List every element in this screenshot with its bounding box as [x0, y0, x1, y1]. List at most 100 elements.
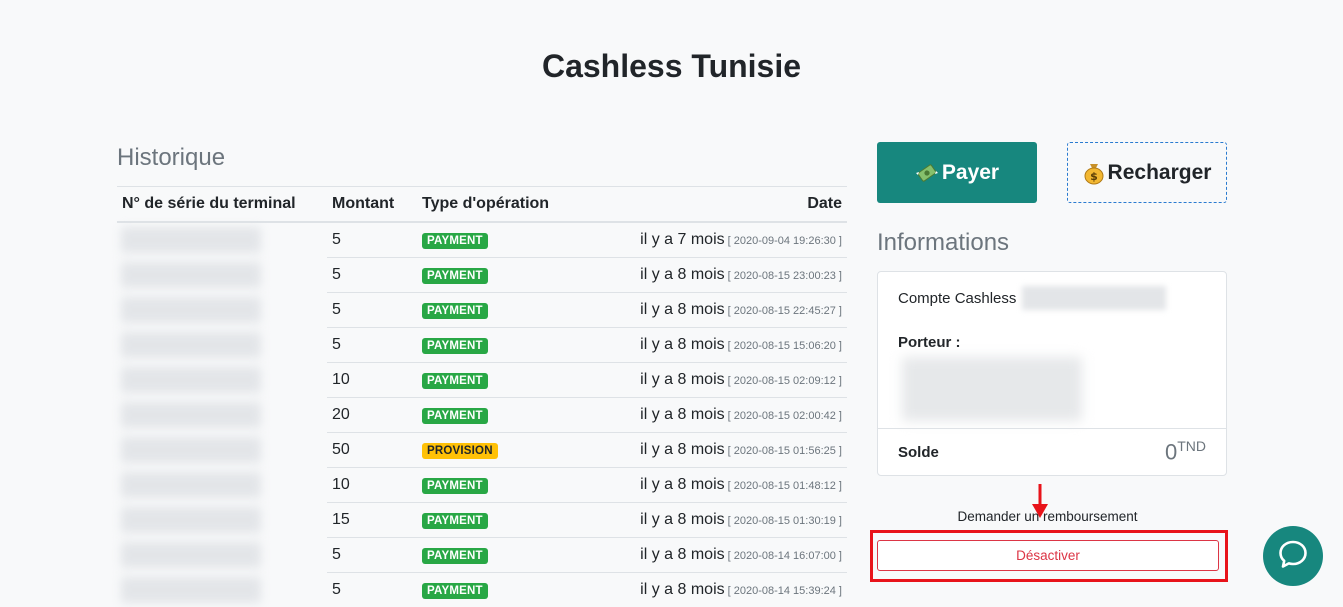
date-cell: il y a 8 mois [ 2020-08-15 01:48:12 ]: [627, 468, 847, 503]
operation-type-badge: PROVISION: [422, 443, 498, 459]
table-row: 20PAYMENTil y a 8 mois[ 2020-08-15 02:00…: [117, 398, 847, 433]
annotation-arrow-icon: [1031, 482, 1049, 527]
table-row: 5 PAYMENT il y a 7 mois[ 2020-09-04 19:26:…: [117, 222, 847, 258]
date-cell: il y a 8 mois [ 2020-08-15 02:09:12 ]: [627, 363, 847, 398]
date-cell: il y a 8 mois [ 2020-08-14 16:07:00 ]: [627, 538, 847, 573]
relative-date: il y a 8 mois: [640, 301, 724, 318]
serial-blur: [121, 402, 261, 428]
amount-cell: 5: [327, 328, 417, 363]
date-cell: il y a 8 mois [ 2020-08-15 22:45:27 ]: [627, 293, 847, 328]
exact-date: [ 2020-08-15 22:45:27 ]: [728, 305, 842, 317]
table-row: 10 PAYMENT il y a 8 mois [ 2020-08-15 01:48…: [117, 468, 847, 503]
relative-date: il y a 8 mois: [640, 441, 724, 458]
table-row: 5 PAYMENT il y a 8 mois[ 2020-08-14 15:39:…: [117, 573, 847, 607]
info-title: Informations: [877, 229, 1009, 257]
terminal-serial-redacted: [117, 503, 327, 538]
amount-cell: 10: [327, 363, 417, 398]
relative-date: il y a 8 mois: [640, 511, 724, 528]
terminal-serial-redacted: [117, 222, 327, 258]
account-number-redacted: [1022, 286, 1166, 310]
relative-date: il y a 8 mois: [640, 266, 724, 283]
table-row: 5 PAYMENT il y a 8 mois [ 2020-08-15 22:45:…: [117, 293, 847, 328]
info-card: Compte Cashless Porteur : Solde 0TND: [877, 271, 1227, 476]
amount-cell: 5: [327, 293, 417, 328]
date-cell: il y a 8 mois [ 2020-08-15 01:30:19 ]: [627, 503, 847, 538]
type-cell: PAYMENT: [417, 538, 627, 573]
chat-bubble-icon: [1277, 538, 1309, 575]
amount-cell: 5: [327, 222, 417, 258]
relative-date: il y a 8 mois: [640, 546, 724, 563]
date-cell: il y a 8 mois[ 2020-08-15 15:06:20 ]: [627, 328, 847, 363]
terminal-serial-redacted: [117, 468, 327, 503]
terminal-serial-redacted: [117, 398, 327, 433]
exact-date: [ 2020-08-15 23:00:23 ]: [728, 270, 842, 282]
serial-blur: [121, 437, 261, 463]
balance-amount: 0: [1165, 440, 1177, 465]
table-row: 5 PAYMENT il y a 8 mois [ 2020-08-14 16:07:…: [117, 538, 847, 573]
table-row: 50PROVISIONil y a 8 mois[ 2020-08-15 01:…: [117, 433, 847, 468]
column-header-type: Type d'opération: [417, 187, 627, 223]
page-title: Cashless Tunisie: [0, 48, 1343, 85]
exact-date: [ 2020-08-14 16:07:00 ]: [728, 550, 842, 562]
balance-label: Solde: [898, 444, 939, 461]
terminal-serial-redacted: [117, 573, 327, 607]
exact-date: [ 2020-08-14 15:39:24 ]: [728, 585, 842, 597]
recharge-button-label: Recharger: [1108, 161, 1212, 185]
recharge-button[interactable]: $ Recharger: [1067, 142, 1227, 203]
operation-type-badge: PAYMENT: [422, 233, 488, 249]
pay-button[interactable]: Payer: [877, 142, 1037, 203]
terminal-serial-redacted: [117, 258, 327, 293]
relative-date: il y a 8 mois: [640, 371, 724, 388]
deactivate-button[interactable]: Désactiver: [877, 540, 1219, 571]
date-cell: il y a 7 mois[ 2020-09-04 19:26:30 ]: [627, 222, 847, 258]
serial-blur: [121, 542, 261, 568]
column-header-amount: Montant: [327, 187, 417, 223]
operation-type-badge: PAYMENT: [422, 303, 488, 319]
date-cell: il y a 8 mois[ 2020-08-14 15:39:24 ]: [627, 573, 847, 607]
balance-unit: TND: [1177, 438, 1206, 454]
money-bag-icon: $: [1083, 161, 1105, 185]
operation-type-badge: PAYMENT: [422, 548, 488, 564]
terminal-serial-redacted: [117, 538, 327, 573]
exact-date: [ 2020-08-15 01:30:19 ]: [728, 515, 842, 527]
date-cell: il y a 8 mois[ 2020-08-15 02:00:42 ]: [627, 398, 847, 433]
table-row: 15 PAYMENT il y a 8 mois [ 2020-08-15 01:30…: [117, 503, 847, 538]
money-wings-icon: [915, 161, 939, 185]
type-cell: PAYMENT: [417, 503, 627, 538]
type-cell: PAYMENT: [417, 222, 627, 258]
serial-blur: [121, 297, 261, 323]
type-cell: PAYMENT: [417, 573, 627, 607]
table-row: 5PAYMENTil y a 8 mois[ 2020-08-15 15:06:…: [117, 328, 847, 363]
svg-text:$: $: [1090, 170, 1098, 183]
exact-date: [ 2020-09-04 19:26:30 ]: [728, 235, 842, 247]
type-cell: PAYMENT: [417, 363, 627, 398]
exact-date: [ 2020-08-15 02:09:12 ]: [728, 375, 842, 387]
operation-type-badge: PAYMENT: [422, 478, 488, 494]
serial-blur: [121, 262, 261, 288]
amount-cell: 10: [327, 468, 417, 503]
serial-blur: [121, 577, 261, 603]
operation-type-badge: PAYMENT: [422, 583, 488, 599]
exact-date: [ 2020-08-15 01:48:12 ]: [728, 480, 842, 492]
relative-date: il y a 8 mois: [640, 476, 724, 493]
serial-blur: [121, 507, 261, 533]
amount-cell: 15: [327, 503, 417, 538]
terminal-serial-redacted: [117, 363, 327, 398]
amount-cell: 5: [327, 573, 417, 607]
history-table: N° de série du terminal Montant Type d'o…: [117, 186, 847, 607]
holder-info-redacted: [902, 357, 1082, 421]
operation-type-badge: PAYMENT: [422, 513, 488, 529]
type-cell: PAYMENT: [417, 468, 627, 503]
table-row: 10PAYMENT il y a 8 mois [ 2020-08-15 02:09…: [117, 363, 847, 398]
table-row: 5PAYMENTil y a 8 mois[ 2020-08-15 23:00:…: [117, 258, 847, 293]
chat-button[interactable]: [1263, 526, 1323, 586]
column-header-date: Date: [627, 187, 847, 223]
balance-row: Solde 0TND: [878, 428, 1226, 475]
type-cell: PAYMENT: [417, 258, 627, 293]
type-cell: PAYMENT: [417, 328, 627, 363]
amount-cell: 50: [327, 433, 417, 468]
amount-cell: 5: [327, 538, 417, 573]
pay-button-label: Payer: [942, 161, 999, 185]
terminal-serial-redacted: [117, 328, 327, 363]
operation-type-badge: PAYMENT: [422, 408, 488, 424]
